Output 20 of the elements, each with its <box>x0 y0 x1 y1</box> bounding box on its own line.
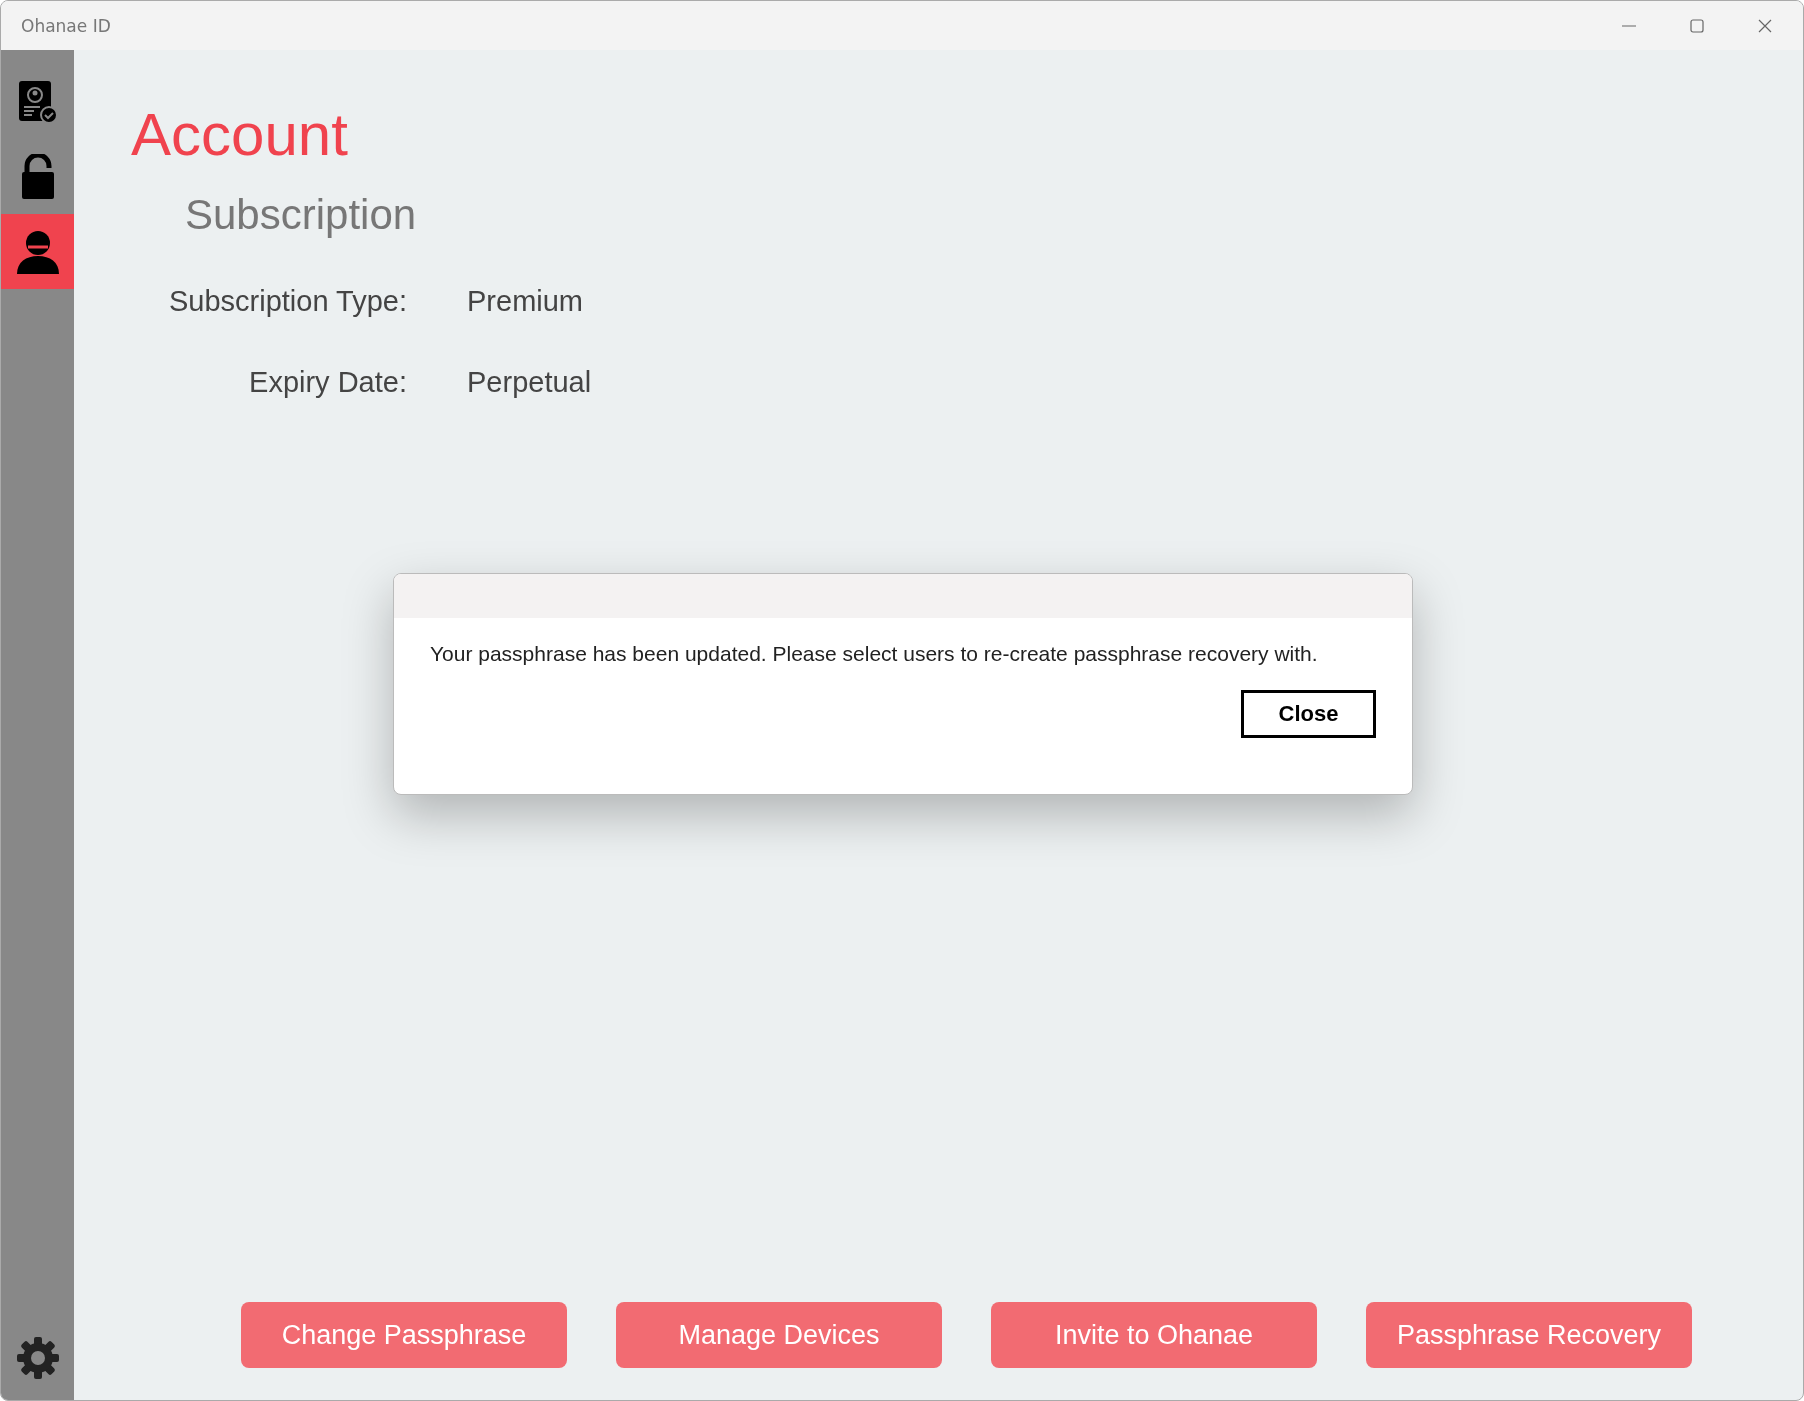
field-label: Expiry Date: <box>248 366 407 399</box>
action-button[interactable]: Manage Devices <box>616 1302 942 1368</box>
action-button[interactable]: Invite to Ohanae <box>991 1302 1317 1368</box>
field-value: Premium <box>467 285 584 318</box>
lock-icon <box>20 153 55 200</box>
id-card-icon <box>16 78 59 125</box>
close-icon[interactable] <box>1757 17 1773 34</box>
field-value: Perpetual <box>467 366 592 399</box>
close-button[interactable]: Close <box>1241 690 1376 738</box>
maximize-icon[interactable] <box>1689 17 1705 34</box>
window-title: Ohanae ID <box>21 15 111 36</box>
dialog-message: Your passphrase has been updated. Please select users to re-create passphrase recovery with. <box>430 642 1319 666</box>
field-label: Subscription Type: <box>167 285 407 318</box>
section-title: Subscription <box>185 191 418 239</box>
action-button[interactable]: Passphrase Recovery <box>1366 1302 1692 1368</box>
person-icon <box>15 228 60 275</box>
settings-icon[interactable] <box>15 1336 60 1380</box>
action-button[interactable]: Change Passphrase <box>241 1302 567 1368</box>
page-title: Account <box>131 100 349 169</box>
sidebar-item[interactable] <box>1 214 74 289</box>
